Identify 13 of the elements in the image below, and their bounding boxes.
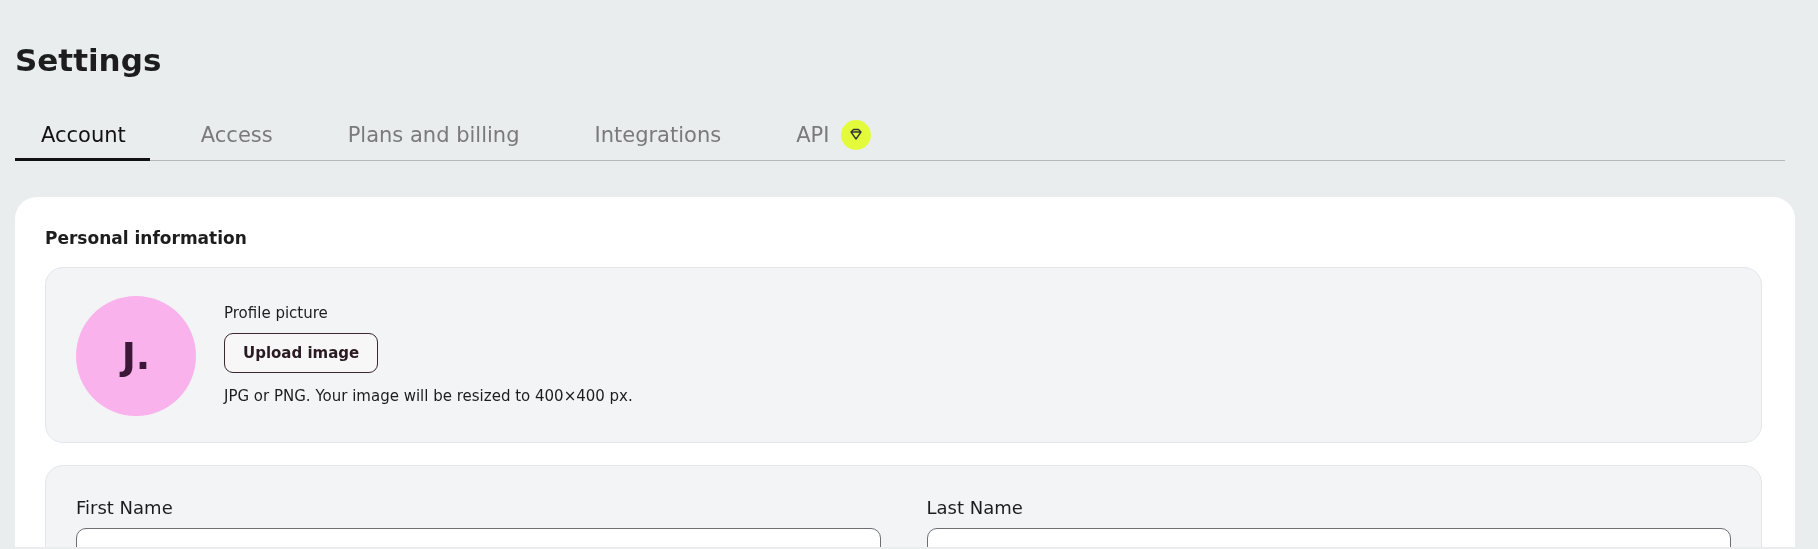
avatar: J. (76, 296, 196, 416)
tab[interactable]: Integrations (568, 111, 746, 161)
page-title: Settings (15, 41, 163, 80)
field-label: First Name (76, 496, 174, 520)
profile-picture-label: Profile picture (224, 302, 328, 323)
tab[interactable]: API (770, 111, 896, 161)
upload-hint: JPG or PNG. Your image will be resized to 400×400 px. (224, 385, 633, 406)
tab[interactable]: Plans and billing (321, 111, 544, 161)
field-label: Last Name (926, 496, 1024, 520)
tab[interactable]: Account (15, 111, 150, 161)
tab[interactable]: Access (174, 111, 297, 161)
upload-image-button[interactable]: Upload image (224, 332, 379, 373)
section-title: Personal information (45, 227, 248, 249)
